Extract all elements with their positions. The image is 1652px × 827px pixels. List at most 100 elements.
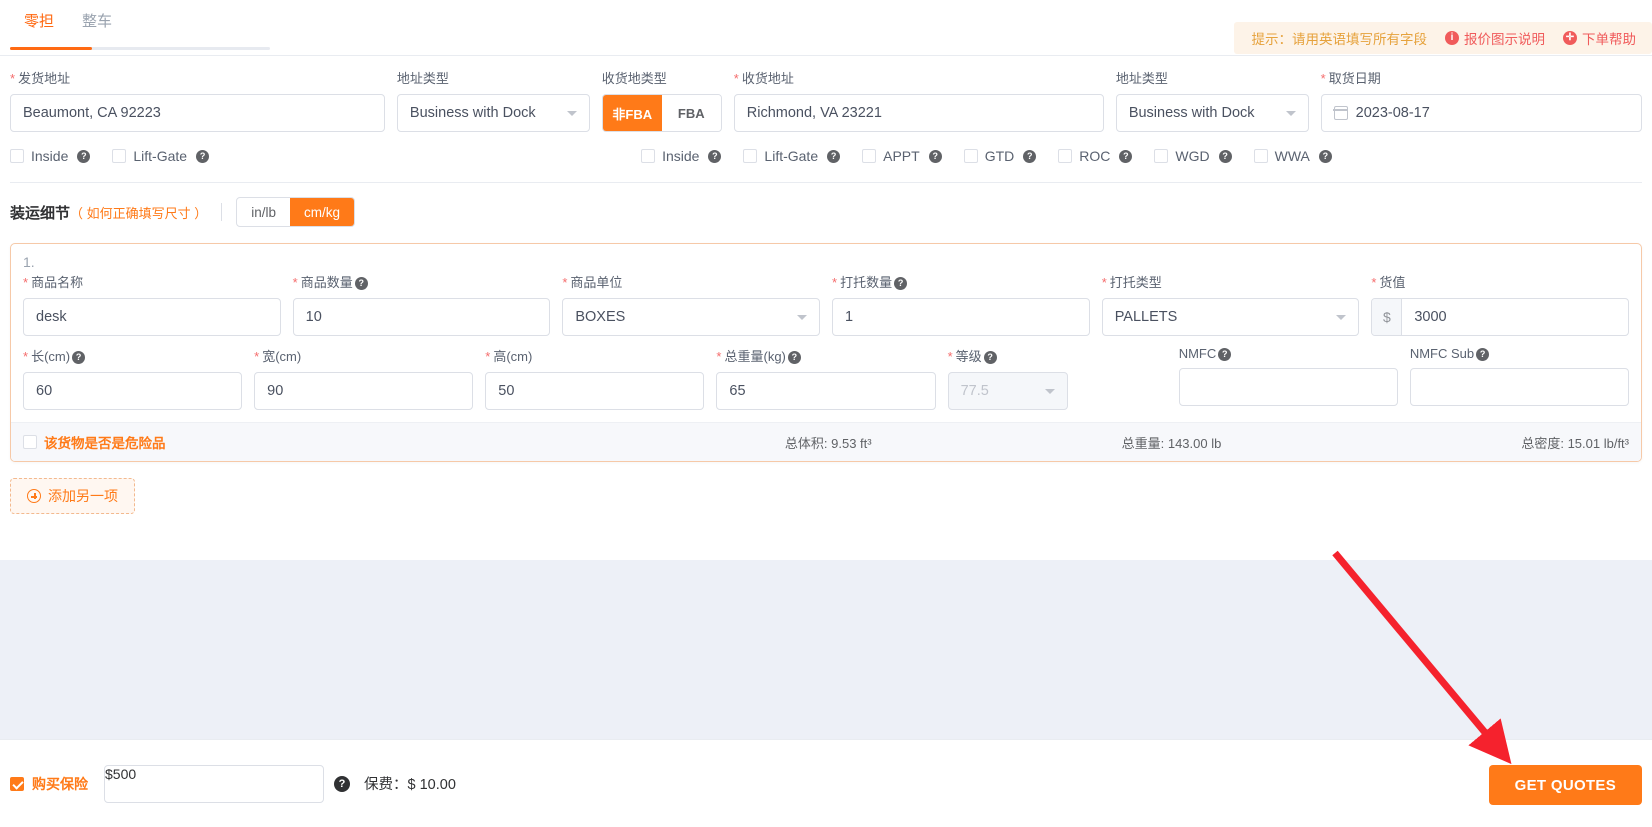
checkbox[interactable]: [10, 777, 24, 791]
checkbox[interactable]: [743, 149, 757, 163]
class-select[interactable]: 77.5: [948, 372, 1068, 410]
dest-option-roc[interactable]: ROC ?: [1058, 148, 1132, 164]
help-icon[interactable]: ?: [827, 150, 840, 163]
currency-prefix: $: [1372, 299, 1402, 335]
dest-option-liftgate[interactable]: Lift-Gate ?: [743, 148, 840, 164]
help-icon[interactable]: ?: [708, 150, 721, 163]
hazmat-checkbox[interactable]: 该货物是否是危险品: [23, 432, 166, 452]
item-name-input[interactable]: desk: [23, 298, 281, 336]
order-help-link[interactable]: ✛ 下单帮助: [1563, 28, 1636, 48]
pickup-date-input[interactable]: 2023-08-17: [1321, 94, 1642, 132]
item-index: 1.: [23, 254, 1629, 270]
tab-bar: 零担 整车: [10, 14, 126, 39]
help-icon[interactable]: ?: [894, 277, 907, 290]
unit-toggle[interactable]: in/lb cm/kg: [236, 197, 355, 227]
help-icon[interactable]: ?: [72, 351, 85, 364]
checkbox[interactable]: [1058, 149, 1072, 163]
dest-category-toggle[interactable]: 非FBA FBA: [602, 94, 722, 132]
origin-option-liftgate[interactable]: Lift-Gate ?: [112, 148, 209, 164]
help-icon[interactable]: ?: [334, 776, 350, 792]
help-icon[interactable]: ?: [77, 150, 90, 163]
dest-option-gtd[interactable]: GTD ?: [964, 148, 1037, 164]
tab-ftl[interactable]: 整车: [68, 14, 126, 39]
help-icon[interactable]: ?: [1319, 150, 1332, 163]
width-input[interactable]: 90: [254, 372, 473, 410]
total-density: 总密度: 15.01 lb/ft³: [1521, 433, 1629, 452]
dest-category-option-nonfba[interactable]: 非FBA: [603, 95, 662, 131]
dest-option-wwa[interactable]: WWA ?: [1254, 148, 1332, 164]
item-name-label: *商品名称: [23, 272, 281, 291]
item-qty-input[interactable]: 10: [293, 298, 551, 336]
origin-type-select[interactable]: Business with Dock: [397, 94, 590, 132]
checkbox[interactable]: [10, 149, 24, 163]
insurance-checkbox[interactable]: 购买保险: [10, 774, 88, 794]
help-icon[interactable]: ?: [196, 150, 209, 163]
dest-option-wgd[interactable]: WGD ?: [1154, 148, 1231, 164]
tab-ltl[interactable]: 零担: [10, 14, 68, 39]
dest-category-label: 收货地类型: [602, 68, 722, 87]
help-icon[interactable]: ?: [929, 150, 942, 163]
checkbox[interactable]: [862, 149, 876, 163]
origin-address-group: *发货地址 Beaumont, CA 92223: [10, 68, 385, 132]
length-input[interactable]: 60: [23, 372, 242, 410]
chevron-down-icon: [797, 315, 807, 320]
length-group: *长(cm)? 60: [23, 346, 242, 410]
width-label: *宽(cm): [254, 346, 473, 365]
help-icon[interactable]: ?: [355, 277, 368, 290]
origin-option-inside[interactable]: Inside ?: [10, 148, 90, 164]
add-item-label: 添加另一项: [48, 486, 118, 506]
item-card-footer: 该货物是否是危险品 总体积: 9.53 ft³ 总重量: 143.00 lb 总…: [11, 422, 1641, 461]
dest-option-appt[interactable]: APPT ?: [862, 148, 942, 164]
declared-value-label: *货值: [1371, 272, 1629, 291]
origin-type-label: 地址类型: [397, 68, 590, 87]
help-icon[interactable]: ?: [1023, 150, 1036, 163]
get-quotes-button[interactable]: GET QUOTES: [1489, 765, 1642, 805]
checkbox[interactable]: [964, 149, 978, 163]
unit-option-cmkg[interactable]: cm/kg: [290, 198, 354, 226]
insurance-amount-value[interactable]: 500: [113, 766, 136, 802]
nmfc-sub-input[interactable]: [1410, 368, 1629, 406]
dimension-hint-link[interactable]: （ 如何正确填写尺寸 ）: [70, 206, 207, 221]
info-icon: i: [1445, 31, 1459, 45]
dest-type-select[interactable]: Business with Dock: [1116, 94, 1309, 132]
add-item-button[interactable]: 添加另一项: [10, 478, 135, 514]
help-icon[interactable]: ?: [1219, 150, 1232, 163]
help-icon[interactable]: ?: [788, 351, 801, 364]
checkbox[interactable]: [641, 149, 655, 163]
quote-form-page: 零担 整车 提示：请用英语填写所有字段 i 报价图示说明 ✛ 下单帮助 *发货地…: [0, 0, 1652, 827]
insurance-label: 购买保险: [32, 774, 88, 794]
item-card-body: 1. *商品名称 desk *商品数量? 10 *商品单位 BOXES: [11, 244, 1641, 410]
pallet-qty-input[interactable]: 1: [832, 298, 1090, 336]
dest-category-group: 收货地类型 非FBA FBA: [602, 68, 722, 132]
dest-address-input[interactable]: Richmond, VA 23221: [734, 94, 1104, 132]
quote-legend-link[interactable]: i 报价图示说明: [1445, 28, 1545, 48]
declared-value-text[interactable]: 3000: [1402, 299, 1628, 335]
help-icon[interactable]: ?: [1119, 150, 1132, 163]
item-unit-select[interactable]: BOXES: [562, 298, 820, 336]
declared-value-input[interactable]: $ 3000: [1371, 298, 1629, 336]
item-row-1: *商品名称 desk *商品数量? 10 *商品单位 BOXES *打托数量?: [23, 272, 1629, 336]
weight-input[interactable]: 65: [716, 372, 935, 410]
origin-option-inside-label: Inside: [31, 148, 68, 164]
unit-option-inlb[interactable]: in/lb: [237, 198, 290, 226]
pickup-date-group: *取货日期 2023-08-17: [1321, 68, 1642, 132]
height-input[interactable]: 50: [485, 372, 704, 410]
pallet-type-value: PALLETS: [1115, 309, 1178, 325]
plus-circle-icon: [27, 489, 41, 503]
dest-category-option-fba[interactable]: FBA: [662, 95, 721, 131]
insurance-amount-input[interactable]: $ 500: [104, 765, 324, 803]
quote-legend-label: 报价图示说明: [1464, 28, 1545, 48]
item-name-group: *商品名称 desk: [23, 272, 281, 336]
help-icon[interactable]: ?: [1218, 348, 1231, 361]
pallet-type-select[interactable]: PALLETS: [1102, 298, 1360, 336]
nmfc-sub-label: NMFC Sub?: [1410, 346, 1629, 361]
origin-address-input[interactable]: Beaumont, CA 92223: [10, 94, 385, 132]
nmfc-input[interactable]: [1179, 368, 1398, 406]
checkbox[interactable]: [23, 435, 37, 449]
checkbox[interactable]: [1154, 149, 1168, 163]
checkbox[interactable]: [1254, 149, 1268, 163]
dest-option-inside[interactable]: Inside ?: [641, 148, 721, 164]
help-icon[interactable]: ?: [1476, 348, 1489, 361]
checkbox[interactable]: [112, 149, 126, 163]
help-icon[interactable]: ?: [984, 351, 997, 364]
